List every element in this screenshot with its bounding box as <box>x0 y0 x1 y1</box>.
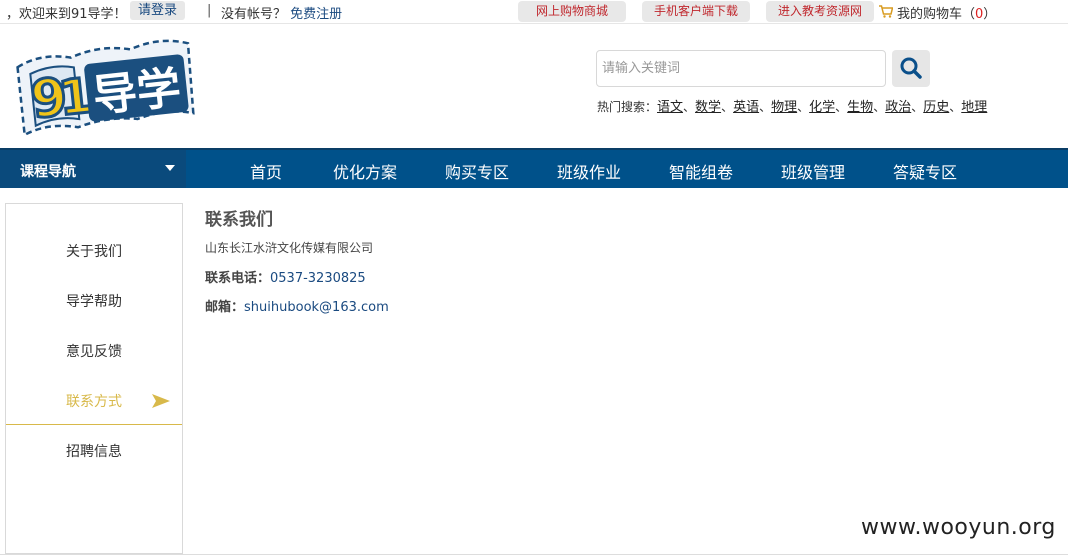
hot-term[interactable]: 政治 <box>885 100 911 115</box>
shop-mall-link[interactable]: 网上购物商城 <box>518 1 626 22</box>
sidebar-item-label: 导学帮助 <box>66 294 122 310</box>
phone-line: 联系电话：0537-3230825 <box>205 267 366 286</box>
sidebar: 关于我们 导学帮助 意见反馈 联系方式 招聘信息 <box>5 203 183 554</box>
sidebar-item-help[interactable]: 导学帮助 <box>6 275 182 325</box>
company-name: 山东长江水浒文化传媒有限公司 <box>205 241 374 255</box>
course-nav-dropdown[interactable]: 课程导航 <box>0 150 186 188</box>
sidebar-item-label: 意见反馈 <box>66 344 122 360</box>
email-value[interactable]: shuihubook@163.com <box>244 300 389 315</box>
arrow-right-icon <box>152 394 170 408</box>
nav-item-optimize[interactable]: 优化方案 <box>333 159 397 183</box>
resource-site-link[interactable]: 进入教考资源网 <box>766 1 874 22</box>
login-button[interactable]: 请登录 <box>130 1 186 20</box>
cart-label: 我的购物车（ <box>897 7 976 22</box>
sidebar-item-jobs[interactable]: 招聘信息 <box>6 425 182 475</box>
search-input[interactable] <box>597 51 885 86</box>
nav-item-smart-paper[interactable]: 智能组卷 <box>669 159 733 183</box>
hot-term[interactable]: 生物 <box>847 100 873 115</box>
cart-link[interactable]: 我的购物车（0） <box>897 3 996 22</box>
hot-term[interactable]: 数学 <box>695 100 721 115</box>
main-nav: 课程导航 首页 优化方案 购买专区 班级作业 智能组卷 班级管理 答疑专区 <box>0 148 1068 188</box>
email-line: 邮箱：shuihubook@163.com <box>205 296 389 315</box>
welcome-text: ，欢迎来到91导学！ <box>6 7 127 22</box>
nav-item-home[interactable]: 首页 <box>250 159 282 183</box>
site-logo[interactable]: 9 1 导学 <box>14 36 200 136</box>
sidebar-item-label: 招聘信息 <box>66 444 122 460</box>
register-link[interactable]: 免费注册 <box>290 7 342 22</box>
phone-value: 0537-3230825 <box>270 271 366 286</box>
phone-label: 联系电话： <box>205 271 271 286</box>
hot-term[interactable]: 英语 <box>733 100 759 115</box>
sidebar-item-label: 联系方式 <box>66 394 122 410</box>
cart-close: ） <box>983 7 997 22</box>
nav-item-class-manage[interactable]: 班级管理 <box>781 159 845 183</box>
sidebar-item-feedback[interactable]: 意见反馈 <box>6 325 182 375</box>
email-label: 邮箱： <box>205 300 245 315</box>
hot-search: 热门搜索：语文、数学、英语、物理、化学、生物、政治、历史、地理 <box>597 100 988 115</box>
nav-item-qa[interactable]: 答疑专区 <box>893 159 957 183</box>
no-account-text: 没有帐号？ 免费注册 <box>221 3 342 22</box>
search-button[interactable] <box>892 50 930 87</box>
hot-search-label: 热门搜索： <box>597 100 658 114</box>
sidebar-item-about[interactable]: 关于我们 <box>6 225 182 275</box>
course-nav-label: 课程导航 <box>20 164 76 180</box>
no-account-label: 没有帐号？ <box>221 7 287 22</box>
hot-term[interactable]: 地理 <box>961 100 987 115</box>
cart-icon[interactable] <box>879 5 893 18</box>
hot-term[interactable]: 物理 <box>771 100 797 115</box>
separator: | <box>207 3 212 18</box>
search-icon <box>900 57 922 79</box>
hot-term[interactable]: 化学 <box>809 100 835 115</box>
hot-term[interactable]: 历史 <box>923 100 949 115</box>
sidebar-item-contact[interactable]: 联系方式 <box>6 375 182 425</box>
top-bar: ，欢迎来到91导学！ 请登录 | 没有帐号？ 免费注册 网上购物商城 手机客户端… <box>0 0 1068 24</box>
sidebar-item-label: 关于我们 <box>66 244 122 260</box>
mobile-client-download-link[interactable]: 手机客户端下载 <box>642 1 750 22</box>
svg-text:导学: 导学 <box>90 62 183 122</box>
hot-term[interactable]: 语文 <box>657 100 683 115</box>
search-box <box>596 50 886 87</box>
chevron-down-icon <box>165 165 175 171</box>
page-title: 联系我们 <box>205 210 273 230</box>
watermark: www.wooyun.org <box>861 515 1056 540</box>
nav-item-purchase[interactable]: 购买专区 <box>445 159 509 183</box>
nav-item-homework[interactable]: 班级作业 <box>557 159 621 183</box>
